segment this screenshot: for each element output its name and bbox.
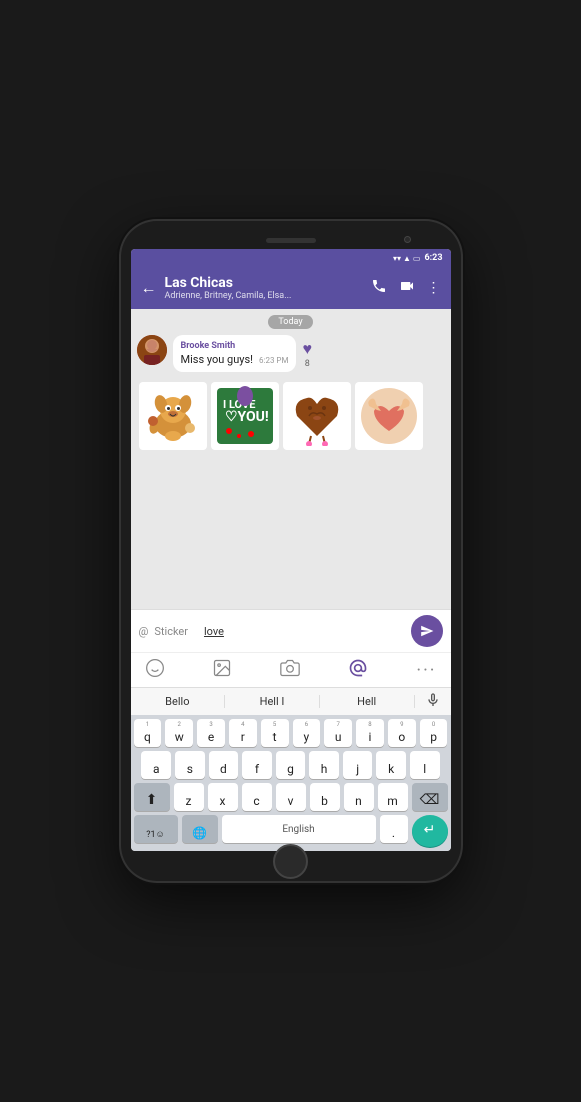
phone-bottom-bar: [131, 851, 451, 871]
input-word[interactable]: love: [204, 625, 224, 638]
chat-subtitle: Adrienne, Britney, Camila, Elsa...: [165, 291, 292, 301]
reaction-area[interactable]: ♥ 8: [302, 339, 312, 369]
message-time: 6:23 PM: [259, 356, 288, 365]
front-camera: [404, 236, 411, 243]
chat-area: Today Brooke Smith: [131, 309, 451, 609]
more-menu-button[interactable]: ⋮: [427, 280, 441, 296]
phone-screen: ▾▾ ▲ ▭ 6:23 ← Las Chicas Adrienne, Britn…: [131, 249, 451, 851]
sticker-dog[interactable]: [139, 382, 207, 450]
key-p[interactable]: 0p: [420, 719, 448, 747]
avatar-image: [137, 335, 167, 365]
mic-button[interactable]: [415, 692, 451, 712]
more-options-button[interactable]: ···: [416, 660, 436, 681]
enter-key[interactable]: ↵: [412, 815, 448, 847]
back-button[interactable]: ←: [141, 278, 157, 298]
key-m[interactable]: m: [378, 783, 408, 811]
call-button[interactable]: [371, 278, 387, 298]
autocomplete-item-0[interactable]: Bello: [131, 695, 226, 708]
key-e[interactable]: 3e: [197, 719, 225, 747]
sticker-chocolate-heart[interactable]: [283, 382, 351, 450]
date-badge: Today: [268, 315, 312, 329]
keyboard-row-4: ?1☺ 🌐 English . ↵: [134, 815, 448, 847]
speaker: [266, 238, 316, 243]
key-t[interactable]: 5t: [261, 719, 289, 747]
shift-key[interactable]: ⬆: [134, 783, 170, 811]
emoji-button[interactable]: [145, 658, 165, 682]
avatar: [137, 335, 167, 365]
svg-text:♡YOU!: ♡YOU!: [225, 409, 269, 425]
message-bubble: Brooke Smith Miss you guys! 6:23 PM: [173, 335, 297, 372]
mention-button[interactable]: [348, 658, 368, 682]
key-v[interactable]: v: [276, 783, 306, 811]
phone-frame: ▾▾ ▲ ▭ 6:23 ← Las Chicas Adrienne, Britn…: [121, 221, 461, 881]
status-icons: ▾▾ ▲ ▭: [393, 254, 421, 263]
toolbar: ···: [131, 652, 451, 687]
key-j[interactable]: j: [343, 751, 373, 779]
status-bar: ▾▾ ▲ ▭ 6:23: [131, 249, 451, 267]
reaction-count: 8: [305, 359, 310, 369]
key-b[interactable]: b: [310, 783, 340, 811]
key-k[interactable]: k: [376, 751, 406, 779]
period-key[interactable]: .: [380, 815, 408, 843]
key-q[interactable]: 1q: [134, 719, 162, 747]
keyboard: 1q 2w 3e 4r 5t 6y 7u 8i 9o 0p a s d f g …: [131, 715, 451, 851]
camera-button[interactable]: [280, 658, 300, 682]
wifi-icon: ▾▾: [393, 254, 401, 263]
app-header: ← Las Chicas Adrienne, Britney, Camila, …: [131, 267, 451, 309]
key-n[interactable]: n: [344, 783, 374, 811]
status-time: 6:23: [424, 253, 442, 263]
message-row: Brooke Smith Miss you guys! 6:23 PM ♥ 8: [137, 335, 445, 372]
key-l[interactable]: l: [410, 751, 440, 779]
message-sender: Brooke Smith: [181, 341, 289, 351]
key-w[interactable]: 2w: [165, 719, 193, 747]
key-f[interactable]: f: [242, 751, 272, 779]
message-content: Miss you guys! 6:23 PM: [181, 353, 289, 366]
send-button[interactable]: [411, 615, 443, 647]
key-r[interactable]: 4r: [229, 719, 257, 747]
at-symbol: @: [139, 625, 149, 638]
keyboard-row-2: a s d f g h j k l: [134, 751, 448, 779]
phone-top-bar: [131, 231, 451, 249]
special-key[interactable]: ?1☺: [134, 815, 178, 843]
globe-key[interactable]: 🌐: [182, 815, 218, 843]
key-a[interactable]: a: [141, 751, 171, 779]
autocomplete-item-2[interactable]: Hell: [320, 695, 415, 708]
key-h[interactable]: h: [309, 751, 339, 779]
header-title-area: Las Chicas Adrienne, Britney, Camila, El…: [165, 275, 292, 301]
home-button[interactable]: [273, 844, 308, 879]
header-right: ⋮: [371, 278, 441, 298]
signal-icon: ▲: [403, 254, 411, 263]
key-u[interactable]: 7u: [324, 719, 352, 747]
key-o[interactable]: 9o: [388, 719, 416, 747]
header-left: ← Las Chicas Adrienne, Britney, Camila, …: [141, 275, 292, 301]
sticker-label: Sticker: [154, 625, 188, 638]
key-x[interactable]: x: [208, 783, 238, 811]
keyboard-row-1: 1q 2w 3e 4r 5t 6y 7u 8i 9o 0p: [134, 719, 448, 747]
message-text: Miss you guys!: [181, 353, 254, 366]
gallery-button[interactable]: [212, 658, 232, 682]
input-area: @ Sticker love: [131, 609, 451, 652]
key-s[interactable]: s: [175, 751, 205, 779]
heart-reaction: ♥: [302, 339, 312, 359]
key-z[interactable]: z: [174, 783, 204, 811]
keyboard-row-3: ⬆ z x c v b n m ⌫: [134, 783, 448, 811]
chat-title: Las Chicas: [165, 275, 292, 291]
video-call-button[interactable]: [399, 278, 415, 298]
sticker-heart-hands[interactable]: [355, 382, 423, 450]
sticker-row: I LOVE ♡YOU!: [137, 378, 445, 454]
key-c[interactable]: c: [242, 783, 272, 811]
battery-icon: ▭: [413, 254, 421, 263]
autocomplete-bar: Bello Hell I Hell: [131, 687, 451, 715]
space-key[interactable]: English: [222, 815, 376, 843]
key-d[interactable]: d: [209, 751, 239, 779]
delete-key[interactable]: ⌫: [412, 783, 448, 811]
sticker-love[interactable]: I LOVE ♡YOU!: [211, 382, 279, 450]
key-g[interactable]: g: [276, 751, 306, 779]
key-y[interactable]: 6y: [293, 719, 321, 747]
autocomplete-item-1[interactable]: Hell I: [225, 695, 320, 708]
key-i[interactable]: 8i: [356, 719, 384, 747]
